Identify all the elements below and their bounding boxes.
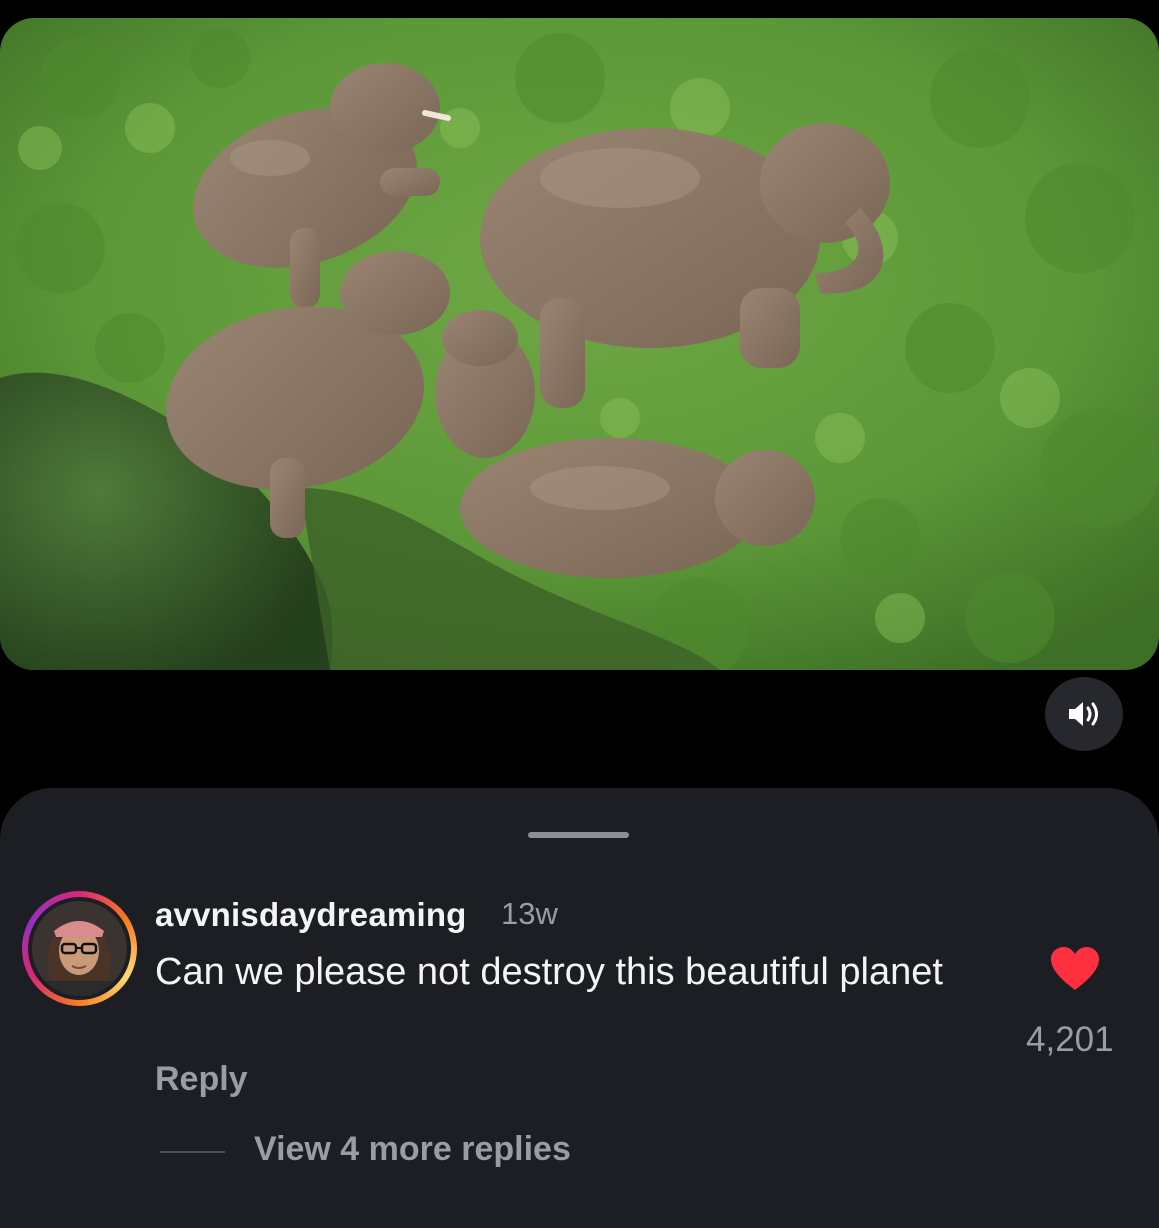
like-count: 4,201 — [1026, 1020, 1114, 1059]
post-video[interactable] — [0, 18, 1159, 670]
comment-username[interactable]: avvnisdaydreaming — [155, 896, 467, 934]
replies-divider — [160, 1151, 225, 1153]
comment-timestamp: 13w — [501, 896, 558, 931]
sound-toggle-button[interactable] — [1045, 677, 1123, 751]
comments-sheet: avvnisdaydreaming 13w Can we please not … — [0, 788, 1159, 1228]
elephants-photo — [0, 18, 1159, 670]
avatar[interactable] — [28, 897, 131, 1000]
speaker-icon — [1069, 702, 1098, 726]
reply-button[interactable]: Reply — [155, 1060, 248, 1099]
view-more-replies-button[interactable]: View 4 more replies — [254, 1130, 571, 1169]
avatar-story-ring[interactable] — [22, 891, 137, 1006]
comment-text: Can we please not destroy this beautiful… — [155, 951, 943, 993]
sheet-grabber-handle[interactable] — [528, 832, 629, 838]
user-avatar-image — [32, 901, 127, 996]
heart-icon[interactable] — [1050, 946, 1100, 992]
